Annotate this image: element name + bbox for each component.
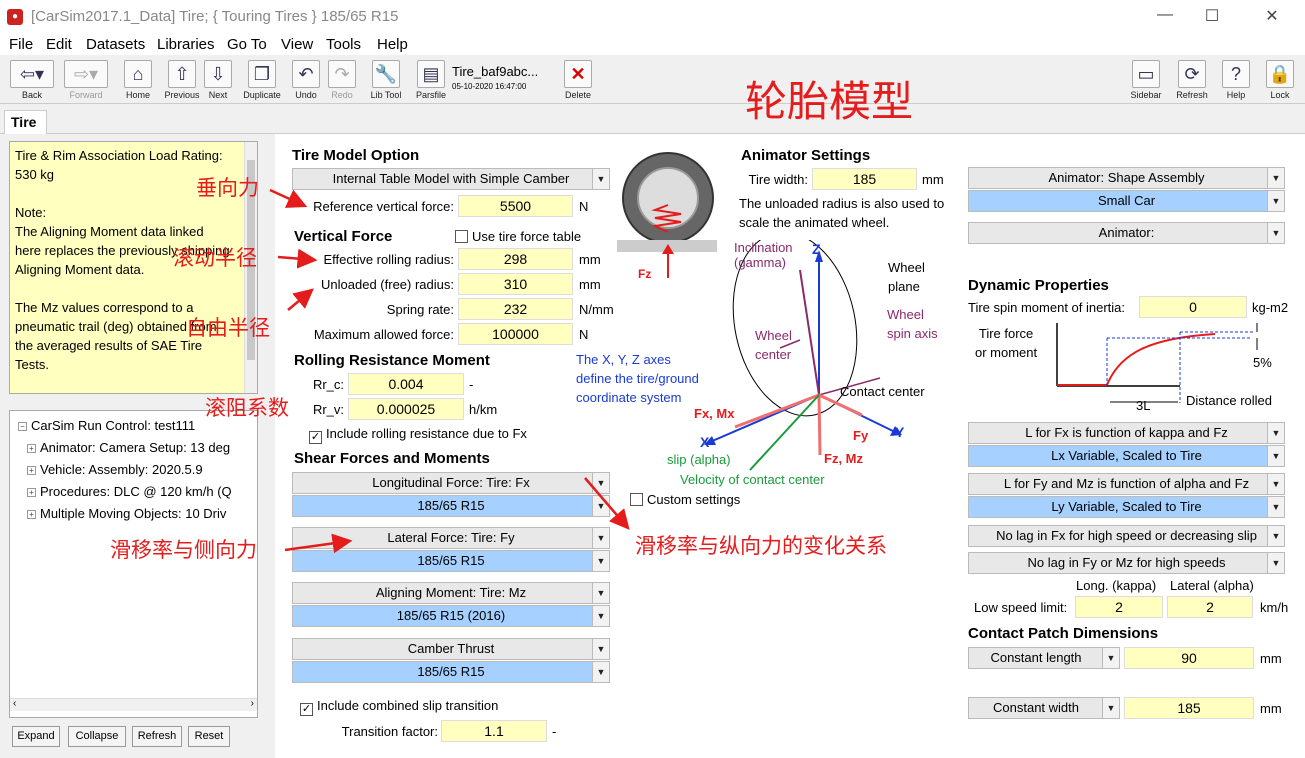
annotation-arrows	[269, 188, 630, 554]
